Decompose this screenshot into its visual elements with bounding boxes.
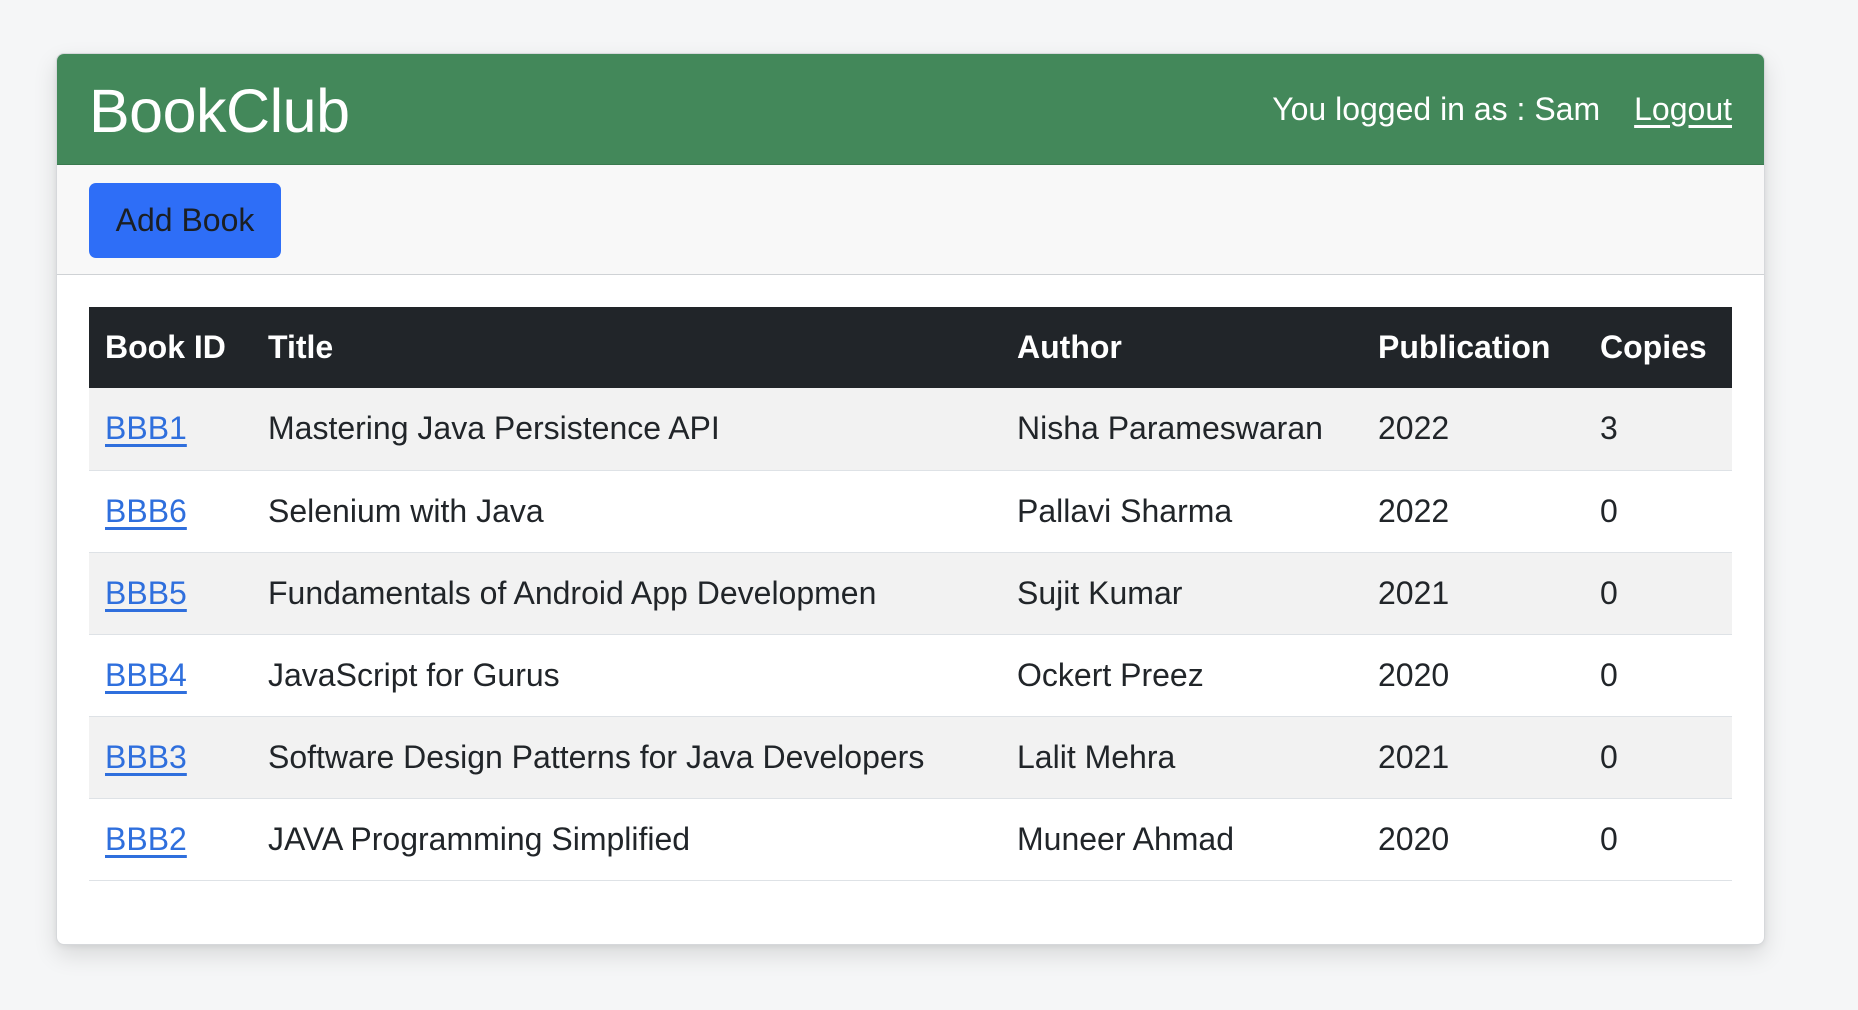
publication-cell: 2022 [1362,470,1584,553]
column-header-author: Author [1017,329,1122,365]
table-row: BBB1 Mastering Java Persistence API Nish… [89,388,1732,471]
column-header-title: Title [268,329,334,365]
title-cell: Selenium with Java [252,470,1001,553]
author-cell: Sujit Kumar [1001,552,1362,635]
copies-cell: 0 [1584,634,1732,717]
title-cell: JAVA Programming Simplified [252,798,1001,881]
title-cell: Fundamentals of Android App Developmen [252,552,1001,635]
app-header: BookClub You logged in as : Sam Logout [57,54,1764,165]
table-row: BBB3 Software Design Patterns for Java D… [89,716,1732,799]
table-row: BBB2 JAVA Programming Simplified Muneer … [89,798,1732,881]
publication-cell: 2020 [1362,634,1584,717]
bookclub-panel: BookClub You logged in as : Sam Logout A… [56,53,1765,945]
book-id-cell: BBB6 [89,470,252,553]
table-header-row: Book ID Title Author Publication Copies [89,307,1732,388]
add-book-button[interactable]: Add Book [89,183,281,258]
table-row: BBB6 Selenium with Java Pallavi Sharma 2… [89,470,1732,553]
author-cell: Nisha Parameswaran [1001,388,1362,471]
title-cell: Mastering Java Persistence API [252,388,1001,471]
brand-title: BookClub [89,76,350,145]
table-row: BBB5 Fundamentals of Android App Develop… [89,552,1732,635]
publication-cell: 2021 [1362,716,1584,799]
book-id-cell: BBB3 [89,716,252,799]
book-id-cell: BBB1 [89,388,252,471]
copies-cell: 3 [1584,388,1732,471]
table-row: BBB4 JavaScript for Gurus Ockert Preez 2… [89,634,1732,717]
author-cell: Lalit Mehra [1001,716,1362,799]
author-cell: Muneer Ahmad [1001,798,1362,881]
toolbar: Add Book [57,165,1764,275]
publication-cell: 2021 [1362,552,1584,635]
book-id-link[interactable]: BBB5 [105,575,187,611]
copies-cell: 0 [1584,716,1732,799]
books-table: Book ID Title Author Publication Copies … [89,307,1732,881]
logged-in-status: You logged in as : Sam [1272,90,1601,127]
copies-cell: 0 [1584,798,1732,881]
book-id-link[interactable]: BBB4 [105,657,187,693]
copies-cell: 0 [1584,552,1732,635]
book-id-link[interactable]: BBB6 [105,493,187,529]
author-cell: Pallavi Sharma [1001,470,1362,553]
publication-cell: 2022 [1362,388,1584,471]
book-id-cell: BBB4 [89,634,252,717]
book-id-link[interactable]: BBB3 [105,739,187,775]
title-cell: Software Design Patterns for Java Develo… [252,716,1001,799]
book-id-cell: BBB2 [89,798,252,881]
logout-link[interactable]: Logout [1634,91,1732,128]
publication-cell: 2020 [1362,798,1584,881]
copies-cell: 0 [1584,470,1732,553]
table-container: Book ID Title Author Publication Copies … [57,275,1764,881]
title-cell: JavaScript for Gurus [252,634,1001,717]
user-area: You logged in as : Sam Logout [1272,91,1732,128]
book-id-cell: BBB5 [89,552,252,635]
column-header-publication: Publication [1378,329,1551,365]
book-id-link[interactable]: BBB2 [105,821,187,857]
author-cell: Ockert Preez [1001,634,1362,717]
book-id-link[interactable]: BBB1 [105,410,187,446]
column-header-copies: Copies [1600,329,1707,365]
column-header-book-id: Book ID [105,329,226,365]
